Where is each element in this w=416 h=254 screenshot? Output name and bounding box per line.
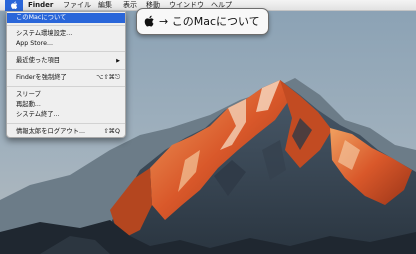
menu-item-about-this-mac[interactable]: このMacについて bbox=[7, 13, 125, 23]
menu-item-label: 情報太郎をログアウト... bbox=[16, 128, 85, 135]
menu-separator bbox=[7, 86, 125, 87]
menu-item-label: システム終了... bbox=[16, 111, 60, 118]
menu-item-app-store[interactable]: App Store... bbox=[7, 39, 125, 49]
menu-item-label: 再起動... bbox=[16, 101, 41, 108]
menu-item-log-out[interactable]: 情報太郎をログアウト... ⇧⌘Q bbox=[7, 127, 125, 137]
apple-menu-dropdown: このMacについて システム環境設定... App Store... 最近使った… bbox=[6, 11, 126, 138]
menu-separator bbox=[7, 25, 125, 26]
menu-separator bbox=[7, 123, 125, 124]
menu-item-restart[interactable]: 再起動... bbox=[7, 100, 125, 110]
menu-item-label: App Store... bbox=[16, 40, 53, 47]
menu-item-label: このMacについて bbox=[16, 14, 67, 21]
menu-item-sleep[interactable]: スリープ bbox=[7, 90, 125, 100]
menu-item-shortcut: ⌥⇧⌘⎋ bbox=[96, 74, 120, 81]
menu-separator bbox=[7, 51, 125, 52]
apple-logo-icon bbox=[11, 1, 18, 9]
apple-logo-icon bbox=[144, 15, 154, 27]
menubar-app-finder[interactable]: Finder bbox=[25, 0, 56, 11]
menu-item-label: システム環境設定... bbox=[16, 30, 73, 37]
apple-menu-button[interactable] bbox=[5, 0, 23, 11]
menu-separator bbox=[7, 69, 125, 70]
callout-annotation: → このMacについて bbox=[136, 8, 269, 35]
submenu-arrow-icon: ▶ bbox=[116, 58, 120, 64]
callout-text: → このMacについて bbox=[159, 15, 260, 28]
menu-item-shut-down[interactable]: システム終了... bbox=[7, 110, 125, 120]
menu-item-label: スリープ bbox=[16, 91, 41, 98]
menu-item-shortcut: ⇧⌘Q bbox=[103, 128, 120, 135]
menubar-file[interactable]: ファイル bbox=[60, 0, 94, 11]
menu-item-label: 最近使った項目 bbox=[16, 57, 61, 64]
menu-item-label: Finderを強制終了 bbox=[16, 74, 67, 81]
menu-item-force-quit[interactable]: Finderを強制終了 ⌥⇧⌘⎋ bbox=[7, 73, 125, 83]
menu-item-system-preferences[interactable]: システム環境設定... bbox=[7, 29, 125, 39]
menu-item-recent-items[interactable]: 最近使った項目 ▶ bbox=[7, 56, 125, 66]
menubar-edit[interactable]: 編集 bbox=[95, 0, 115, 11]
